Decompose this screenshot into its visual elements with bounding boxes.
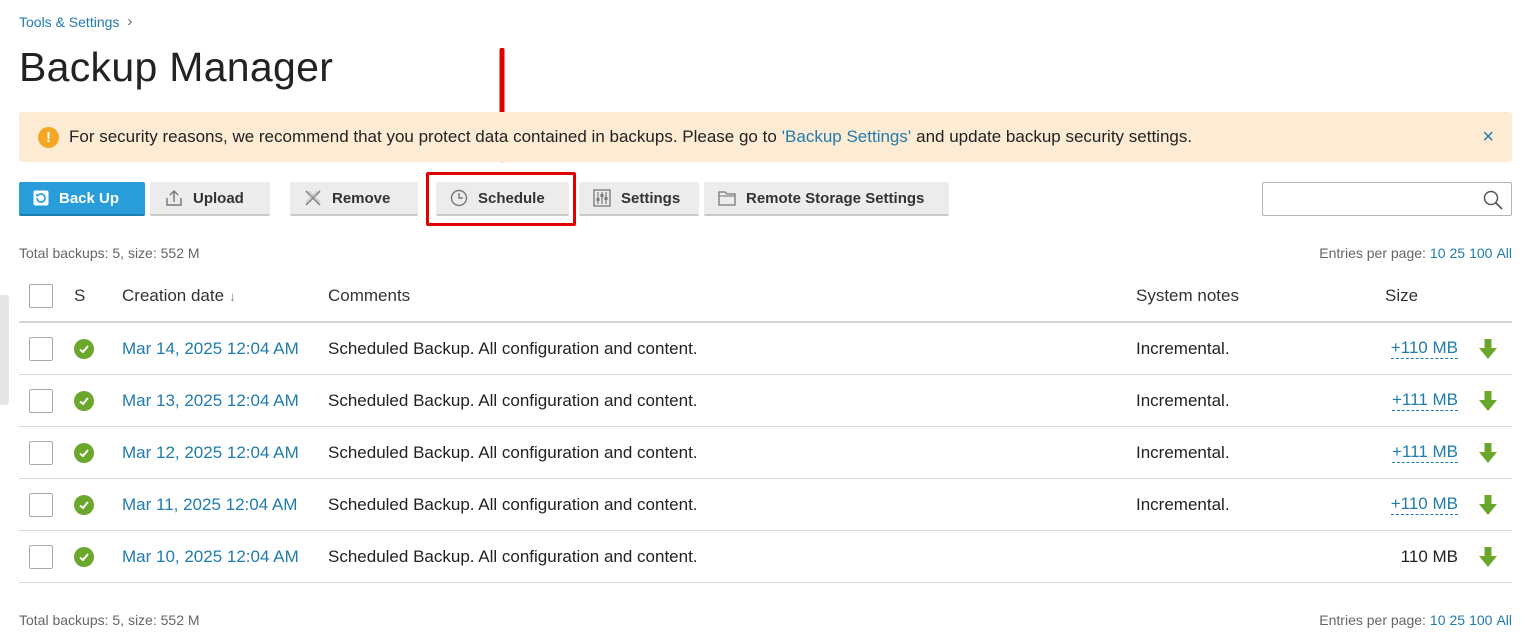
backup-size[interactable]: +110 MB [1390,494,1458,515]
header-comments: Comments [328,286,411,305]
settings-button[interactable]: Settings [579,182,699,216]
remove-button-label: Remove [332,189,391,207]
sort-down-icon: ↓ [229,288,237,304]
side-panel-handle[interactable] [0,295,9,405]
row-checkbox[interactable] [29,388,53,413]
settings-button-label: Settings [621,189,681,207]
entries-per-page-label: Entries per page: [1319,245,1426,261]
upload-button-label: Upload [193,189,244,207]
success-status-icon [74,338,94,359]
search-icon[interactable] [1483,190,1503,210]
backup-size[interactable]: +111 MB [1392,390,1458,411]
system-notes-text: Incremental. [1136,338,1230,358]
row-checkbox[interactable] [29,440,53,465]
close-icon[interactable]: × [1482,127,1494,147]
remove-button[interactable]: Remove [290,182,418,216]
per-page-option-all[interactable]: All [1496,245,1512,261]
entries-per-page-label: Entries per page: [1319,612,1426,628]
remote-storage-settings-label: Remote Storage Settings [746,189,925,207]
table-row: Mar 11, 2025 12:04 AM Scheduled Backup. … [19,479,1512,531]
header-creation-date-label: Creation date [122,286,225,305]
select-all-checkbox[interactable] [29,284,53,308]
per-page-option-10[interactable]: 10 [1430,245,1446,261]
alert-text-after: and update backup security settings. [916,127,1193,146]
creation-date-link[interactable]: Mar 10, 2025 12:04 AM [122,547,299,567]
system-notes-text: Incremental. [1136,390,1230,410]
alert-text-before: For security reasons, we recommend that … [69,127,777,146]
row-checkbox[interactable] [29,544,53,569]
download-icon[interactable] [1478,323,1498,374]
chevron-right-icon: › [127,13,133,30]
breadcrumb: Tools & Settings › [19,13,132,30]
success-status-icon [74,442,94,463]
creation-date-link[interactable]: Mar 14, 2025 12:04 AM [122,339,299,359]
header-status[interactable]: S [74,271,85,321]
remote-storage-settings-button[interactable]: Remote Storage Settings [704,182,949,216]
per-page-option-25[interactable]: 25 [1450,612,1466,628]
success-status-icon [74,494,94,515]
backup-size[interactable]: +111 MB [1392,442,1458,463]
comment-text: Scheduled Backup. All configuration and … [328,338,698,358]
upload-icon [166,190,182,206]
entries-per-page-top: Entries per page: 10 25 100 All [1319,245,1512,261]
download-icon[interactable] [1478,375,1498,426]
backup-summary-bottom: Total backups: 5, size: 552 M [19,612,200,628]
per-page-option-100[interactable]: 100 [1469,612,1492,628]
per-page-option-25[interactable]: 25 [1450,245,1466,261]
schedule-highlight-box [426,172,576,226]
creation-date-link[interactable]: Mar 12, 2025 12:04 AM [122,443,299,463]
creation-date-link[interactable]: Mar 13, 2025 12:04 AM [122,391,299,411]
backup-size: 110 MB [1400,546,1458,566]
backup-size[interactable]: +110 MB [1390,338,1458,359]
header-size[interactable]: Size [1385,271,1418,321]
header-system-notes: System notes [1136,286,1239,305]
backup-icon [33,190,49,206]
table-row: Mar 12, 2025 12:04 AM Scheduled Backup. … [19,427,1512,479]
download-icon[interactable] [1478,479,1498,530]
system-notes-text: Incremental. [1136,494,1230,514]
creation-date-link[interactable]: Mar 11, 2025 12:04 AM [122,495,297,515]
table-row: Mar 14, 2025 12:04 AM Scheduled Backup. … [19,323,1512,375]
backup-summary-top: Total backups: 5, size: 552 M [19,245,200,261]
entries-per-page-bottom: Entries per page: 10 25 100 All [1319,612,1512,628]
comment-text: Scheduled Backup. All configuration and … [328,390,698,410]
sliders-icon [593,189,611,207]
table-header: S Creation date ↓ Comments System notes … [19,271,1512,323]
per-page-option-10[interactable]: 10 [1430,612,1446,628]
page-title: Backup Manager [19,44,334,90]
search-input[interactable] [1271,184,1481,214]
success-status-icon [74,546,94,567]
comment-text: Scheduled Backup. All configuration and … [328,546,698,566]
system-notes-text: Incremental. [1136,442,1230,462]
warning-icon: ! [38,126,59,148]
row-checkbox[interactable] [29,492,53,517]
search-box[interactable] [1262,182,1512,216]
table-row: Mar 10, 2025 12:04 AM Scheduled Backup. … [19,531,1512,583]
backups-table: S Creation date ↓ Comments System notes … [19,271,1512,583]
remove-icon [305,190,321,206]
row-checkbox[interactable] [29,336,53,361]
success-status-icon [74,390,94,411]
breadcrumb-link-tools-settings[interactable]: Tools & Settings [19,14,119,30]
upload-button[interactable]: Upload [150,182,270,216]
backup-settings-link[interactable]: 'Backup Settings' [782,127,911,147]
comment-text: Scheduled Backup. All configuration and … [328,494,698,514]
comment-text: Scheduled Backup. All configuration and … [328,442,698,462]
download-icon[interactable] [1478,427,1498,478]
per-page-option-all[interactable]: All [1496,612,1512,628]
security-alert: ! For security reasons, we recommend tha… [19,112,1512,162]
download-icon[interactable] [1478,531,1498,582]
folder-icon [718,191,736,206]
backup-button[interactable]: Back Up [19,182,145,216]
header-creation-date[interactable]: Creation date ↓ [122,271,236,321]
table-row: Mar 13, 2025 12:04 AM Scheduled Backup. … [19,375,1512,427]
backup-button-label: Back Up [59,189,120,207]
per-page-option-100[interactable]: 100 [1469,245,1492,261]
